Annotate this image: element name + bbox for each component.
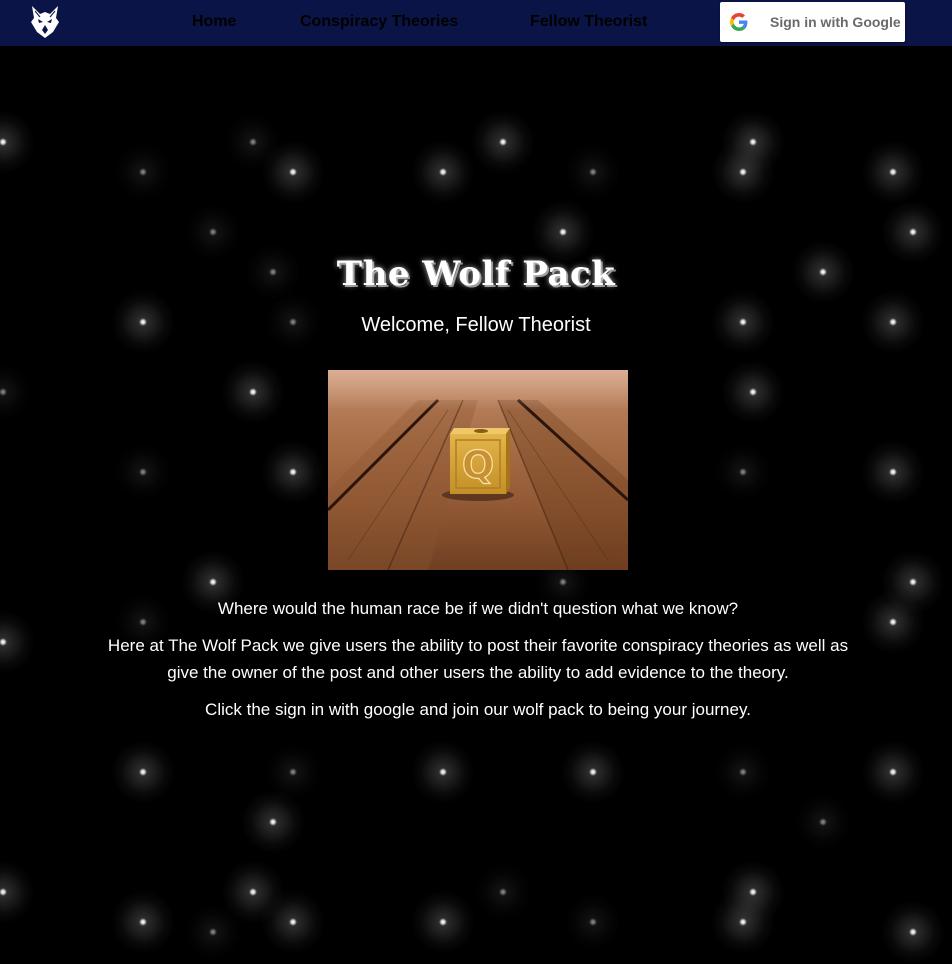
background-star [111, 890, 175, 954]
background-star [471, 110, 535, 174]
background-star [561, 890, 625, 954]
background-star [221, 360, 285, 424]
background-star [261, 440, 325, 504]
background-star [711, 440, 775, 504]
intro-question: Where would the human race be if we didn… [217, 599, 739, 618]
background-star [111, 740, 175, 804]
navbar: Home Conspiracy Theories Fellow Theorist… [0, 0, 952, 46]
background-star [861, 740, 925, 804]
background-star [561, 740, 625, 804]
nav-fellow-theorist-link[interactable]: Fellow Theorist [530, 13, 647, 31]
background-star [411, 890, 475, 954]
svg-text:Q: Q [462, 443, 494, 487]
background-star [711, 140, 775, 204]
wolf-logo-icon[interactable] [29, 5, 61, 39]
background-star [711, 740, 775, 804]
background-star [261, 890, 325, 954]
background-star [261, 140, 325, 204]
background-star [411, 140, 475, 204]
page-title: The Wolf Pack [336, 254, 616, 294]
nav-home-link[interactable]: Home [192, 13, 236, 31]
background-star [0, 360, 35, 424]
background-star [861, 590, 925, 654]
nav-conspiracy-theories-link[interactable]: Conspiracy Theories [300, 13, 458, 31]
intro-cta: Click the sign in with google and join o… [205, 700, 751, 719]
background-star [861, 140, 925, 204]
toy-block-q-image: Q [328, 370, 628, 570]
background-star [241, 790, 305, 854]
google-signin-label: Sign in with Google [770, 14, 901, 30]
background-star [111, 440, 175, 504]
background-star [0, 860, 35, 924]
background-star [471, 860, 535, 924]
background-star [791, 790, 855, 854]
background-star [561, 140, 625, 204]
google-signin-button[interactable]: Sign in with Google [720, 2, 905, 42]
background-star [881, 900, 945, 964]
background-star [411, 740, 475, 804]
background-star [111, 140, 175, 204]
background-star [861, 440, 925, 504]
intro-description: Here at The Wolf Pack we give users the … [107, 636, 849, 682]
background-star [181, 900, 245, 964]
background-star [0, 110, 35, 174]
background-star [721, 360, 785, 424]
background-star [711, 890, 775, 954]
background-star [0, 610, 35, 674]
page-subtitle: Welcome, Fellow Theorist [361, 314, 591, 336]
google-icon [730, 13, 748, 31]
